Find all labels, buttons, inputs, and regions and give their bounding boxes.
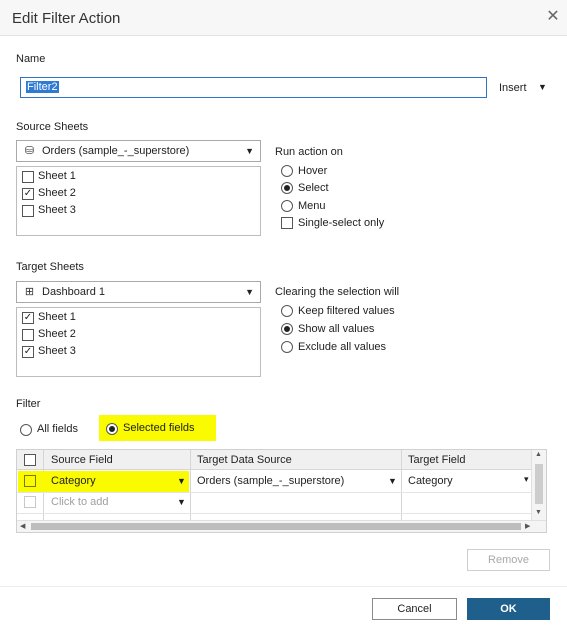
target-sheet-label: Sheet 3 (38, 345, 76, 357)
row-checkbox (24, 496, 36, 508)
target-sheets-label: Target Sheets (16, 261, 84, 273)
chevron-down-icon[interactable]: ▼ (177, 497, 186, 507)
radio-hover-label: Hover (298, 165, 328, 177)
checkbox[interactable] (22, 171, 34, 183)
radio-selected-fields-label: Selected fields (123, 422, 195, 434)
scroll-down-icon[interactable]: ▼ (535, 509, 542, 516)
scrollbar-thumb[interactable] (535, 464, 543, 504)
radio-show-all[interactable] (281, 323, 293, 335)
radio-all-fields-label: All fields (37, 423, 78, 435)
name-input[interactable]: Filter2 (20, 77, 487, 98)
source-sheet-label: Sheet 2 (38, 187, 76, 199)
target-dashboard-dropdown[interactable]: ⊞ Dashboard 1 ▼ (16, 281, 261, 303)
radio-select-label: Select (298, 182, 329, 194)
target-data-source-dropdown[interactable]: Orders (sample_-_superstore) (197, 475, 344, 487)
clearing-label: Clearing the selection will (275, 286, 400, 298)
checkbox-checked[interactable]: ✓ (22, 188, 34, 200)
radio-exclude-all[interactable] (281, 341, 293, 353)
column-header-target-field[interactable]: Target Field (408, 454, 465, 466)
source-field-dropdown[interactable]: Category (51, 475, 96, 487)
dialog-title: Edit Filter Action (12, 10, 121, 27)
remove-button[interactable]: Remove (467, 549, 550, 571)
radio-selected-fields[interactable] (106, 423, 118, 435)
radio-select[interactable] (281, 182, 293, 194)
name-input-value: Filter2 (26, 81, 59, 93)
radio-menu-label: Menu (298, 200, 326, 212)
scroll-up-icon[interactable]: ▲ (535, 451, 542, 458)
column-divider (401, 450, 402, 520)
close-icon[interactable]: ✕ (545, 8, 561, 26)
field-mapping-grid: Source Field Target Data Source Target F… (16, 449, 547, 533)
checkbox-checked[interactable]: ✓ (22, 346, 34, 358)
horizontal-scrollbar[interactable]: ◀ ▶ (17, 520, 546, 532)
source-datasource-value: Orders (sample_-_superstore) (42, 145, 190, 157)
single-select-label: Single-select only (298, 217, 385, 229)
column-header-target-data-source[interactable]: Target Data Source (197, 454, 292, 466)
insert-button[interactable]: Insert (499, 82, 527, 94)
target-field-dropdown[interactable]: Category (408, 475, 453, 487)
source-datasource-dropdown[interactable]: ⛁ Orders (sample_-_superstore) ▼ (16, 140, 261, 162)
cancel-button[interactable]: Cancel (372, 598, 457, 620)
scroll-right-icon[interactable]: ▶ (525, 522, 530, 530)
single-select-checkbox[interactable] (281, 217, 293, 229)
source-sheet-label: Sheet 3 (38, 204, 76, 216)
scrollbar-thumb[interactable] (31, 523, 521, 530)
radio-show-all-label: Show all values (298, 323, 375, 335)
radio-keep-filtered[interactable] (281, 305, 293, 317)
add-field-placeholder[interactable]: Click to add (51, 496, 108, 508)
row-checkbox[interactable] (24, 475, 36, 487)
chevron-down-icon[interactable]: ▾ (524, 474, 529, 485)
source-sheets-list: Sheet 1 ✓ Sheet 2 Sheet 3 (16, 166, 261, 236)
target-sheet-label: Sheet 2 (38, 328, 76, 340)
filter-label: Filter (16, 398, 41, 410)
chevron-down-icon[interactable]: ▼ (177, 476, 186, 486)
chevron-down-icon[interactable]: ▼ (538, 82, 547, 92)
checkbox[interactable] (22, 205, 34, 217)
radio-hover[interactable] (281, 165, 293, 177)
source-sheets-label: Source Sheets (16, 121, 89, 133)
select-all-checkbox[interactable] (24, 454, 36, 466)
checkbox[interactable] (22, 329, 34, 341)
radio-menu[interactable] (281, 200, 293, 212)
column-header-source-field[interactable]: Source Field (51, 454, 113, 466)
ok-button[interactable]: OK (467, 598, 550, 620)
divider (0, 586, 567, 587)
target-dashboard-value: Dashboard 1 (42, 286, 105, 298)
row-divider (17, 513, 531, 514)
radio-exclude-all-label: Exclude all values (298, 341, 387, 353)
vertical-scrollbar[interactable]: ▲ ▼ (531, 450, 546, 520)
dashboard-grid-icon: ⊞ (24, 286, 35, 298)
row-divider (17, 492, 531, 493)
chevron-down-icon[interactable]: ▼ (388, 476, 397, 486)
chevron-down-icon: ▼ (245, 146, 254, 156)
name-label: Name (16, 53, 46, 65)
chevron-down-icon: ▼ (245, 287, 254, 297)
run-action-label: Run action on (275, 146, 343, 158)
checkbox-checked[interactable]: ✓ (22, 312, 34, 324)
highlight (18, 471, 189, 492)
target-sheet-label: Sheet 1 (38, 311, 76, 323)
source-sheet-label: Sheet 1 (38, 170, 76, 182)
scroll-left-icon[interactable]: ◀ (20, 522, 25, 530)
column-divider (190, 450, 191, 520)
database-icon: ⛁ (24, 145, 35, 157)
target-sheets-list: ✓ Sheet 1 Sheet 2 ✓ Sheet 3 (16, 307, 261, 377)
radio-keep-filtered-label: Keep filtered values (298, 305, 395, 317)
radio-all-fields[interactable] (20, 424, 32, 436)
